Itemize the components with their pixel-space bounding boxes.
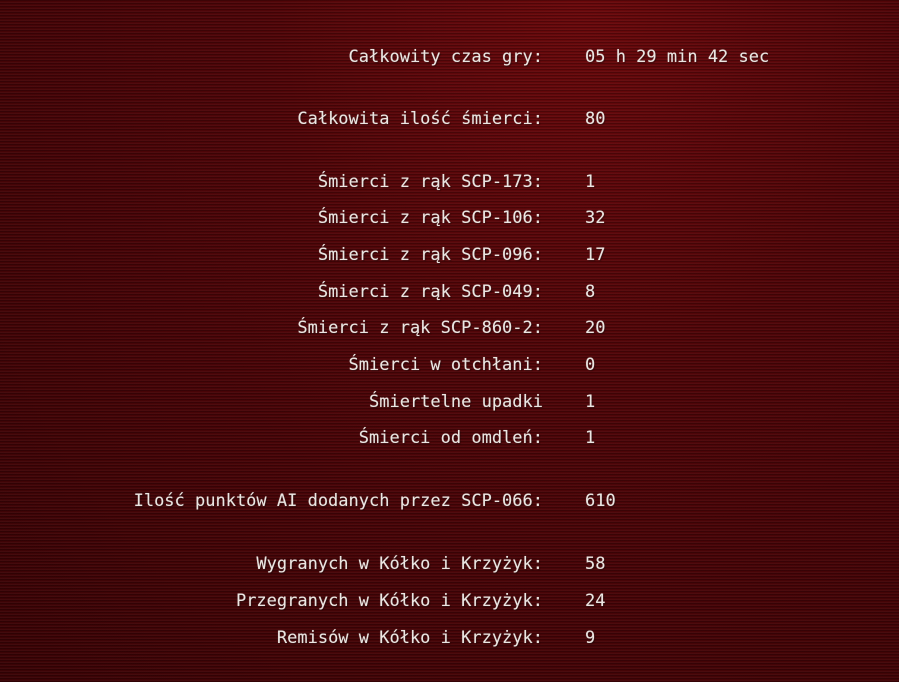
stat-value: 24 xyxy=(585,591,606,611)
stat-label: Całkowita ilość śmierci: xyxy=(297,109,543,129)
stat-label: Śmierci z rąk SCP-173: xyxy=(317,172,543,192)
stat-label: Śmierci z rąk SCP-860-2: xyxy=(297,318,543,338)
stat-value: 20 xyxy=(585,318,606,338)
stat-label: Śmierci z rąk SCP-096: xyxy=(317,245,543,265)
stat-row-deaths-scp096: Śmierci z rąk SCP-096: 17 xyxy=(0,242,899,268)
stat-row-deaths-fainting: Śmierci od omdleń: 1 xyxy=(0,425,899,451)
stat-value: 8 xyxy=(585,282,596,302)
stat-value: 80 xyxy=(585,109,606,129)
stat-row-deaths-scp106: Śmierci z rąk SCP-106: 32 xyxy=(0,205,899,231)
stat-label: Całkowity czas gry: xyxy=(348,47,543,67)
stat-value: 05 h 29 min 42 sec xyxy=(585,47,770,67)
stat-row-ttt-draws: Remisów w Kółko i Krzyżyk: 9 xyxy=(0,625,899,651)
statistics-panel: Całkowity czas gry: 05 h 29 min 42 sec C… xyxy=(0,0,899,682)
stat-label: Śmierci z rąk SCP-049: xyxy=(317,282,543,302)
stat-label: Śmierci od omdleń: xyxy=(358,428,543,448)
stat-value: 9 xyxy=(585,628,596,648)
stat-row-deaths-scp049: Śmierci z rąk SCP-049: 8 xyxy=(0,279,899,305)
stat-value: 0 xyxy=(585,355,596,375)
stat-label: Wygranych w Kółko i Krzyżyk: xyxy=(256,554,543,574)
stat-value: 1 xyxy=(585,172,596,192)
stat-row-scp066-ai-points: Ilość punktów AI dodanych przez SCP-066:… xyxy=(0,488,899,514)
stat-label: Śmiertelne upadki xyxy=(369,392,543,412)
stat-row-deaths-scp860-2: Śmierci z rąk SCP-860-2: 20 xyxy=(0,315,899,341)
stat-label: Śmierci z rąk SCP-106: xyxy=(317,208,543,228)
stat-row-total-deaths: Całkowita ilość śmierci: 80 xyxy=(0,106,899,132)
stat-label: Przegranych w Kółko i Krzyżyk: xyxy=(235,591,543,611)
stat-label: Remisów w Kółko i Krzyżyk: xyxy=(276,628,543,648)
stat-row-deaths-abyss: Śmierci w otchłani: 0 xyxy=(0,352,899,378)
stat-value: 1 xyxy=(585,392,596,412)
stat-value: 58 xyxy=(585,554,606,574)
stat-row-ttt-losses: Przegranych w Kółko i Krzyżyk: 24 xyxy=(0,588,899,614)
stat-value: 1 xyxy=(585,428,596,448)
stat-label: Ilość punktów AI dodanych przez SCP-066: xyxy=(133,491,543,511)
stat-row-ttt-wins: Wygranych w Kółko i Krzyżyk: 58 xyxy=(0,551,899,577)
stat-value: 17 xyxy=(585,245,606,265)
stat-value: 32 xyxy=(585,208,606,228)
stat-row-deaths-falls: Śmiertelne upadki 1 xyxy=(0,389,899,415)
stat-value: 610 xyxy=(585,491,616,511)
stat-row-deaths-scp173: Śmierci z rąk SCP-173: 1 xyxy=(0,169,899,195)
stat-label: Śmierci w otchłani: xyxy=(348,355,543,375)
stat-row-total-time: Całkowity czas gry: 05 h 29 min 42 sec xyxy=(0,44,899,70)
